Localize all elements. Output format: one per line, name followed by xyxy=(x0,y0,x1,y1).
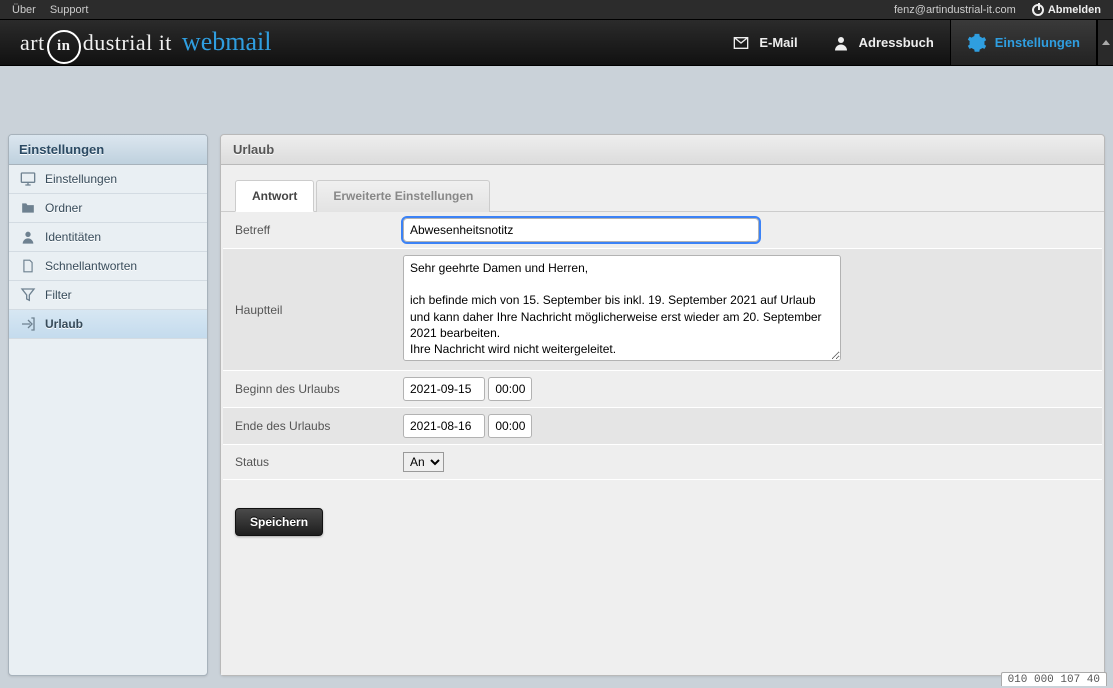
sidebar-title: Einstellungen xyxy=(9,135,207,165)
sidebar-item-label: Schnellantworten xyxy=(45,259,137,273)
sidebar-item-label: Einstellungen xyxy=(45,172,117,186)
logo-in-icon: in xyxy=(47,30,81,64)
sidebar-item-label: Identitäten xyxy=(45,230,101,244)
task-addressbook-label: Adressbuch xyxy=(859,35,934,50)
sidebar-item-preferences[interactable]: Einstellungen xyxy=(9,165,207,194)
subject-input[interactable] xyxy=(403,218,759,242)
vacation-icon xyxy=(19,316,37,332)
logout-label: Abmelden xyxy=(1048,4,1101,16)
logo-prefix: art xyxy=(20,30,45,56)
document-icon xyxy=(19,258,37,274)
sidebar-item-label: Ordner xyxy=(45,201,82,215)
body-textarea[interactable] xyxy=(403,255,841,361)
support-link[interactable]: Support xyxy=(50,4,89,16)
sidebar-item-responses[interactable]: Schnellantworten xyxy=(9,252,207,281)
person-icon xyxy=(831,33,851,53)
gear-icon xyxy=(967,33,987,53)
power-icon xyxy=(1032,4,1044,16)
task-addressbook[interactable]: Adressbuch xyxy=(814,20,950,65)
task-mail-label: E-Mail xyxy=(759,35,797,50)
sidebar-item-vacation[interactable]: Urlaub xyxy=(9,310,207,339)
header: art in dustrial it webmail E-Mail Adress… xyxy=(0,20,1113,66)
logo-suffix: dustrial it xyxy=(83,30,172,56)
workspace: Einstellungen Einstellungen Ordner Ident… xyxy=(8,78,1105,676)
sidebar-item-folders[interactable]: Ordner xyxy=(9,194,207,223)
tab-reply[interactable]: Antwort xyxy=(235,180,314,212)
sidebar-item-label: Filter xyxy=(45,288,72,302)
logo: art in dustrial it webmail xyxy=(20,26,271,60)
sidebar-item-identities[interactable]: Identitäten xyxy=(9,223,207,252)
user-email: fenz@artindustrial-it.com xyxy=(894,4,1016,16)
collapse-toolbar-button[interactable] xyxy=(1097,20,1113,65)
logo-product: webmail xyxy=(182,27,272,57)
about-link[interactable]: Über xyxy=(12,4,36,16)
sidebar-item-label: Urlaub xyxy=(45,317,83,331)
settings-sidebar: Einstellungen Einstellungen Ordner Ident… xyxy=(8,134,208,676)
logout-button[interactable]: Abmelden xyxy=(1032,4,1101,16)
tab-advanced[interactable]: Erweiterte Einstellungen xyxy=(316,180,490,212)
save-button[interactable]: Speichern xyxy=(235,508,323,536)
sidebar-list: Einstellungen Ordner Identitäten Schnell… xyxy=(9,165,207,339)
task-settings-label: Einstellungen xyxy=(995,35,1080,50)
start-time-input[interactable] xyxy=(488,377,532,401)
end-time-input[interactable] xyxy=(488,414,532,438)
status-label: Status xyxy=(223,445,395,480)
vacation-form: Betreff Hauptteil Beginn des Urlaubs xyxy=(223,212,1102,480)
start-date-input[interactable] xyxy=(403,377,485,401)
content-title: Urlaub xyxy=(221,135,1104,165)
task-bar: E-Mail Adressbuch Einstellungen xyxy=(714,20,1113,65)
end-date-input[interactable] xyxy=(403,414,485,438)
monitor-icon xyxy=(19,171,37,187)
tab-row: Antwort Erweiterte Einstellungen xyxy=(221,165,1104,212)
corner-info: 010 000 107 40 xyxy=(1001,672,1107,686)
topline: Über Support fenz@artindustrial-it.com A… xyxy=(0,0,1113,20)
sidebar-item-filters[interactable]: Filter xyxy=(9,281,207,310)
start-label: Beginn des Urlaubs xyxy=(223,371,395,408)
end-label: Ende des Urlaubs xyxy=(223,408,395,445)
content-panel: Urlaub Antwort Erweiterte Einstellungen … xyxy=(220,134,1105,676)
identity-icon xyxy=(19,229,37,245)
status-select[interactable]: An xyxy=(403,452,444,472)
body-label: Hauptteil xyxy=(223,249,395,371)
filter-icon xyxy=(19,287,37,303)
task-settings[interactable]: Einstellungen xyxy=(950,20,1097,65)
folder-icon xyxy=(19,200,37,216)
subject-label: Betreff xyxy=(223,212,395,249)
task-mail[interactable]: E-Mail xyxy=(714,20,813,65)
mail-icon xyxy=(731,33,751,53)
